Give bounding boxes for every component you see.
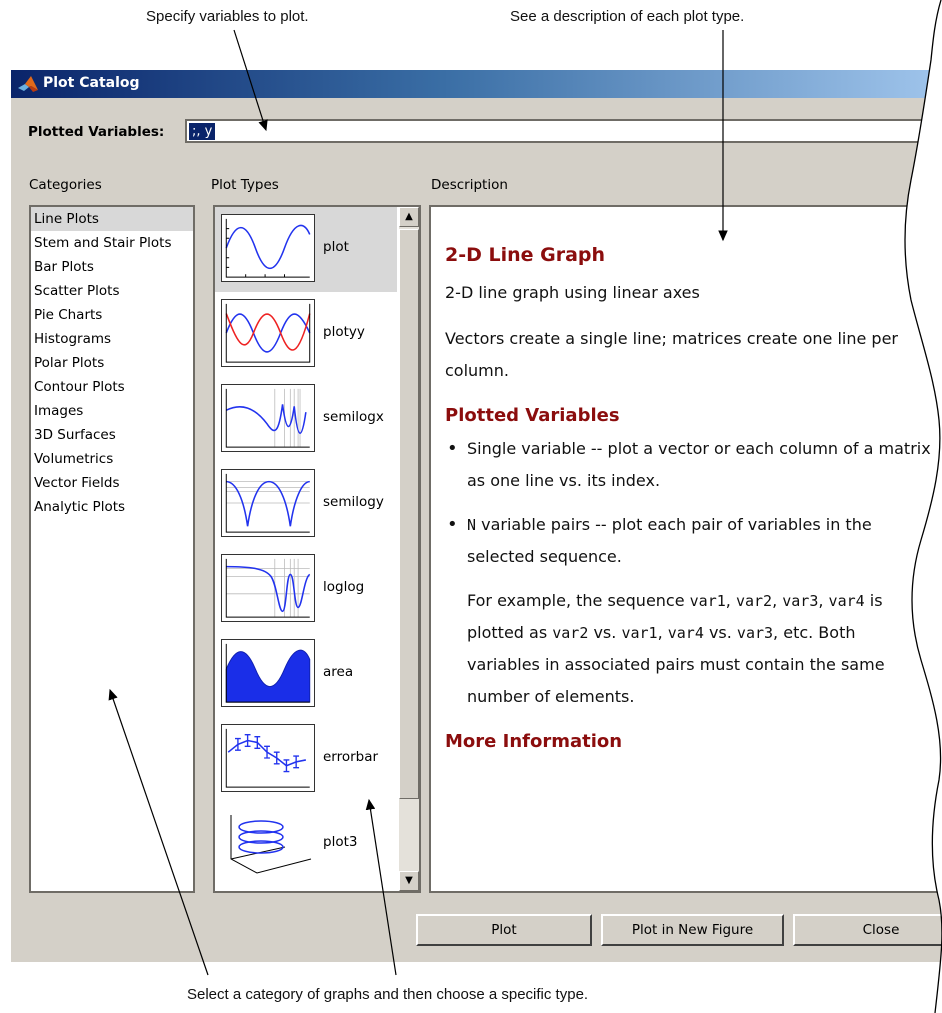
callout-arrows [108,29,728,976]
arrow-to-plot-types [365,798,397,976]
arrow-to-categories [108,688,209,976]
arrow-to-plotted-variables [233,29,268,132]
